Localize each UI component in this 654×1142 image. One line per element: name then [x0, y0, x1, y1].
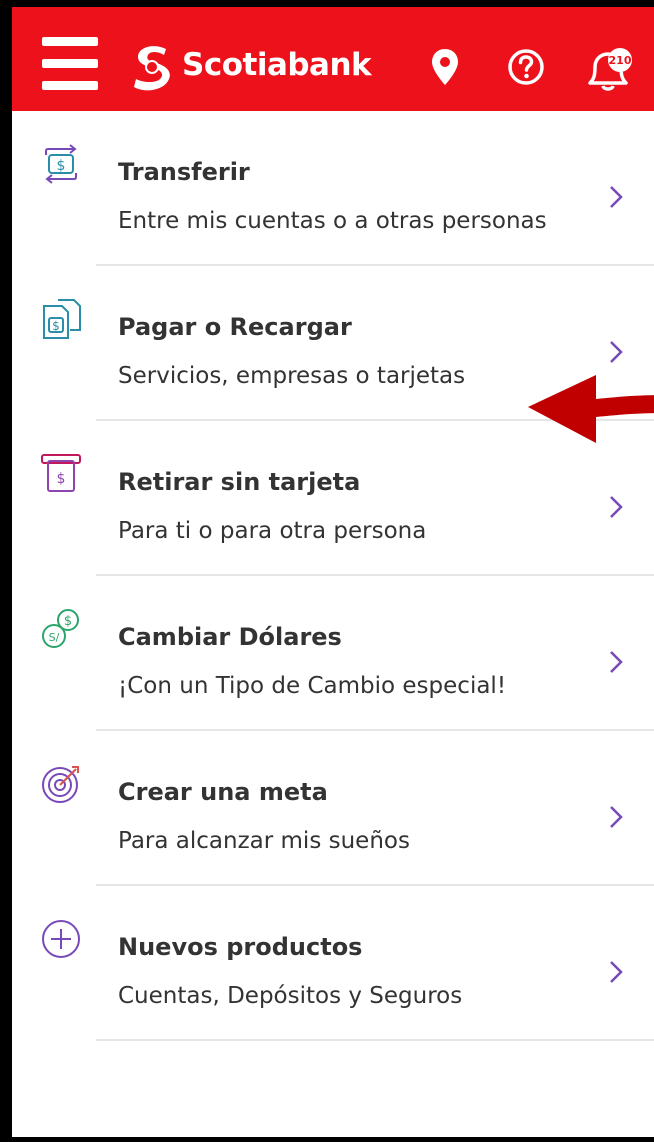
pay-bill-icon: $ [43, 299, 81, 339]
menu-item-title: Transferir [118, 158, 250, 186]
menu-item-title: Nuevos productos [118, 933, 363, 961]
bell-icon[interactable]: 210 [584, 47, 634, 91]
help-circle-icon[interactable] [506, 47, 546, 87]
notification-count-badge: 210 [609, 54, 632, 67]
scotiabank-logo-icon [134, 46, 170, 91]
menu-item-nuevos-productos[interactable]: Nuevos productos Cuentas, Depósitos y Se… [12, 886, 654, 1041]
menu-item-title: Crear una meta [118, 778, 328, 806]
app-screen: Scotiabank 210 $ Transferir Entre mis cu… [0, 0, 654, 1142]
svg-text:$: $ [57, 471, 66, 487]
menu-item-subtitle: Servicios, empresas o tarjetas [118, 363, 466, 389]
menu-item-subtitle: Para ti o para otra persona [118, 518, 427, 544]
menu-item-crear-una-meta[interactable]: Crear una meta Para alcanzar mis sueños [12, 731, 654, 886]
menu-item-subtitle: Para alcanzar mis sueños [118, 828, 410, 854]
menu-item-subtitle: Entre mis cuentas o a otras personas [118, 208, 547, 234]
menu-item-subtitle: Cuentas, Depósitos y Seguros [118, 983, 463, 1009]
chevron-right-icon [610, 806, 623, 828]
menu-item-subtitle: ¡Con un Tipo de Cambio especial! [118, 673, 507, 699]
svg-text:$: $ [57, 158, 66, 174]
chevron-right-icon [610, 496, 623, 518]
menu-item-title: Cambiar Dólares [118, 623, 342, 651]
svg-text:$: $ [64, 614, 72, 629]
hamburger-menu-icon[interactable] [42, 37, 98, 93]
brand-name: Scotiabank [182, 47, 372, 83]
annotation-arrow-icon [528, 375, 654, 443]
plus-circle-icon [42, 920, 80, 958]
goal-target-icon [42, 766, 79, 803]
currency-exchange-icon: $ S/ [42, 609, 79, 648]
menu-item-title: Pagar o Recargar [118, 313, 352, 341]
top-app-bar: Scotiabank 210 [12, 7, 654, 111]
divider [96, 1039, 654, 1041]
actions-list: $ Transferir Entre mis cuentas o a otras… [12, 111, 654, 1041]
chevron-right-icon [610, 341, 623, 363]
location-pin-icon[interactable] [430, 47, 460, 87]
chevron-right-icon [610, 186, 623, 208]
svg-text:$: $ [52, 319, 60, 333]
svg-text:S/: S/ [49, 631, 60, 644]
chevron-right-icon [610, 651, 623, 673]
transfer-icon: $ [45, 144, 77, 184]
menu-item-transferir[interactable]: $ Transferir Entre mis cuentas o a otras… [12, 111, 654, 266]
menu-item-title: Retirar sin tarjeta [118, 468, 361, 496]
menu-item-cambiar-dolares[interactable]: $ S/ Cambiar Dólares ¡Con un Tipo de Cam… [12, 576, 654, 731]
cardless-withdraw-icon: $ [41, 454, 81, 492]
chevron-right-icon [610, 961, 623, 983]
